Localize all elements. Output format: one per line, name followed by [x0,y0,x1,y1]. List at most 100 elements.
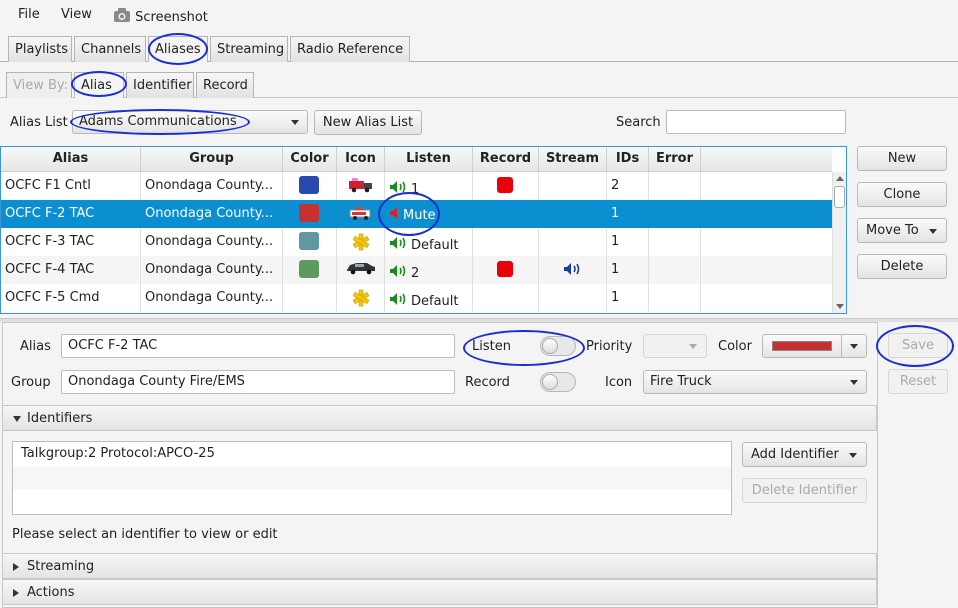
menu-bar: File View Screenshot [0,0,958,30]
table-scrollbar[interactable] [832,172,846,313]
alias-list-combo[interactable]: Adams Communications [72,110,308,134]
listen-value: Mute [403,208,436,223]
stream-speaker-icon [563,263,583,280]
record-indicator-icon [497,177,513,193]
tab-aliases[interactable]: Aliases [148,36,208,62]
col-filler [701,147,832,172]
delete-button[interactable]: Delete [857,254,947,279]
viewby-tab-record[interactable]: Record [196,72,254,98]
col-icon[interactable]: Icon [337,147,385,172]
viewby-tab-alias[interactable]: Alias [74,72,124,98]
delete-identifier-button[interactable]: Delete Identifier [742,478,867,503]
expand-icon [13,563,19,571]
color-swatch [299,260,319,278]
cell-record [473,228,539,256]
listen-value: Default [411,294,459,309]
scroll-up-icon[interactable] [836,176,844,181]
fire-truck-icon [349,207,373,225]
car-icon [345,263,377,279]
table-row[interactable]: OCFC F-4 TAC Onondaga County... 2 1 [1,256,832,284]
viewby-label: View By: [6,72,72,98]
color-picker[interactable] [762,334,867,358]
group-label: Group [11,375,51,390]
cell-filler [701,284,832,312]
toggle-knob [542,338,558,354]
star-of-life-icon [352,289,370,311]
tab-radio-reference[interactable]: Radio Reference [290,36,410,62]
col-ids[interactable]: IDs [607,147,649,172]
search-input[interactable] [666,110,846,134]
tab-channels[interactable]: Channels [74,36,146,62]
new-button[interactable]: New [857,146,947,171]
cell-color [283,284,337,312]
identifier-list[interactable]: Talkgroup:2 Protocol:APCO-25 [12,441,732,515]
cell-filler [701,256,832,284]
cell-ids: 1 [607,256,649,284]
identifiers-section-header[interactable]: Identifiers [2,405,877,431]
chevron-down-icon [929,229,937,234]
col-color[interactable]: Color [283,147,337,172]
cell-group: Onondaga County... [141,284,283,312]
col-listen[interactable]: Listen [385,147,473,172]
cell-error [649,256,701,284]
reset-button[interactable]: Reset [888,369,948,394]
identifier-hint: Please select an identifier to view or e… [12,527,278,542]
alias-field[interactable]: OCFC F-2 TAC [61,334,455,358]
scroll-down-icon[interactable] [836,304,844,309]
move-to-button[interactable]: Move To [857,218,947,243]
cell-color [283,172,337,200]
streaming-section-header[interactable]: Streaming [2,553,877,579]
cell-alias: OCFC F-5 Cmd [1,284,141,312]
save-button[interactable]: Save [888,333,948,358]
icon-combo-value: Fire Truck [650,374,712,389]
listen-value: 2 [411,266,420,281]
cell-icon [337,228,385,256]
table-row[interactable]: OCFC F-3 TAC Onondaga County... Default 1 [1,228,832,256]
priority-label: Priority [586,339,633,354]
col-record[interactable]: Record [473,147,539,172]
actions-section-header[interactable]: Actions [2,579,877,605]
clone-button[interactable]: Clone [857,182,947,207]
tab-playlists[interactable]: Playlists [8,36,72,62]
cell-listen: 2 [385,256,473,284]
table-row[interactable]: OCFC F-5 Cmd Onondaga County... Default 1 [1,284,832,312]
col-error[interactable]: Error [649,147,701,172]
mute-speaker-icon [389,206,399,219]
table-row[interactable]: OCFC F1 Cntl Onondaga County... 1 2 [1,172,832,200]
col-stream[interactable]: Stream [539,147,607,172]
priority-combo[interactable] [643,334,707,358]
cell-group: Onondaga County... [141,256,283,284]
chevron-down-icon [850,380,858,385]
cell-icon [337,256,385,284]
combo-divider [841,335,842,357]
menu-file[interactable]: File [18,7,40,22]
group-field[interactable]: Onondaga County Fire/EMS [61,370,455,394]
speaker-icon [389,292,407,305]
new-alias-list-button[interactable]: New Alias List [314,110,422,135]
col-group[interactable]: Group [141,147,283,172]
col-alias[interactable]: Alias [1,147,141,172]
cell-record [473,284,539,312]
scrollbar-thumb[interactable] [834,186,845,208]
expand-icon [13,589,19,597]
collapse-icon [13,416,21,422]
table-row[interactable]: OCFC F-2 TAC Onondaga County... Mute 1 [1,200,832,228]
menu-view[interactable]: View [61,7,92,22]
cell-group: Onondaga County... [141,200,283,228]
menu-screenshot[interactable]: Screenshot [113,7,208,25]
add-identifier-button[interactable]: Add Identifier [742,442,867,467]
cell-alias: OCFC F-3 TAC [1,228,141,256]
tab-streaming[interactable]: Streaming [210,36,288,62]
color-swatch [299,232,319,250]
cell-error [649,284,701,312]
list-item[interactable]: Talkgroup:2 Protocol:APCO-25 [13,442,731,466]
speaker-icon [389,264,407,277]
chevron-down-icon [291,120,299,125]
cell-listen: 1 [385,172,473,200]
viewby-tab-identifier[interactable]: Identifier [126,72,194,98]
icon-combo[interactable]: Fire Truck [643,370,867,394]
record-toggle[interactable] [540,372,576,392]
cell-icon [337,200,385,228]
cell-ids: 1 [607,200,649,228]
listen-toggle[interactable] [540,336,576,356]
